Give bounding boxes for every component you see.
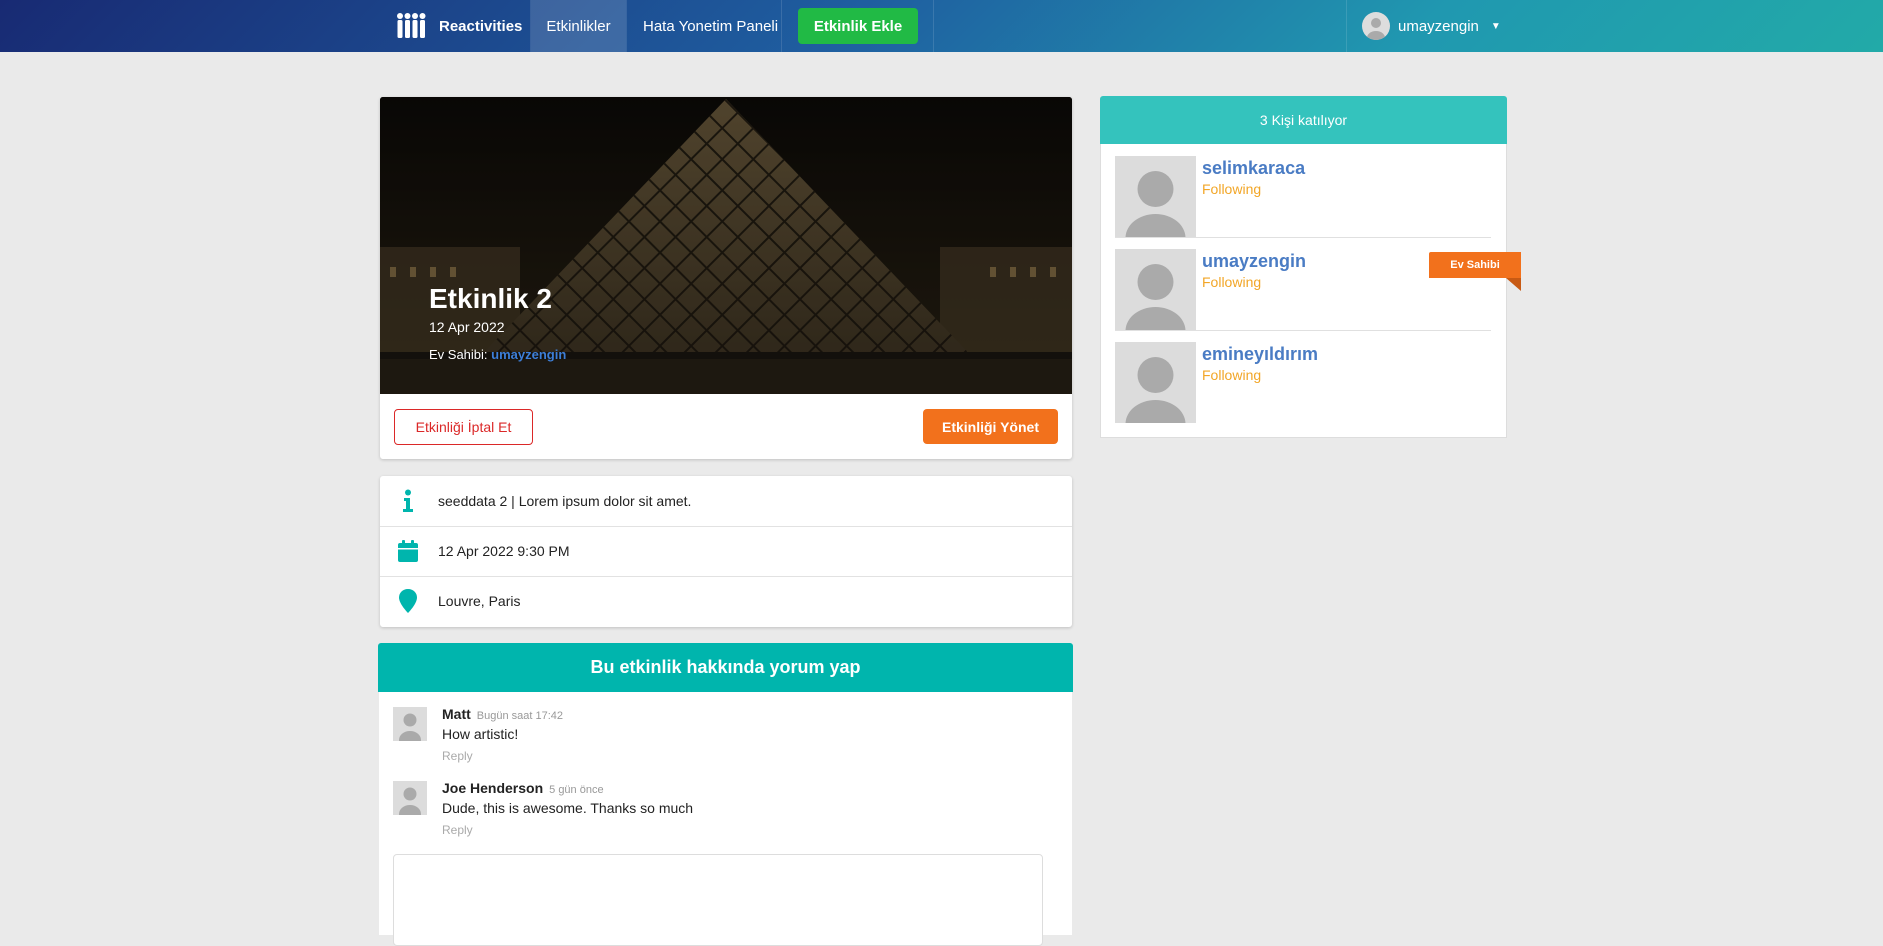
username-label: umayzengin (1398, 17, 1479, 35)
nav-item-events[interactable]: Etkinlikler (531, 0, 626, 52)
group-logo-icon (397, 13, 426, 38)
attendee-item[interactable]: selimkaraca Following (1115, 144, 1491, 238)
comment-author-line: Matt Bugün saat 17:42 (442, 706, 563, 722)
comment-textarea[interactable] (393, 854, 1043, 946)
comment-reply-link[interactable]: Reply (442, 749, 473, 763)
host-label: Ev Sahibi: (429, 347, 488, 362)
comment-item: Joe Henderson 5 gün önce Dude, this is aw… (393, 766, 1043, 837)
user-avatar (1362, 12, 1390, 40)
comment-reply-link[interactable]: Reply (442, 823, 473, 837)
attendee-avatar (1115, 342, 1196, 423)
cancel-event-button[interactable]: Etkinliği İptal Et (394, 409, 533, 445)
attendee-name[interactable]: emineyıldırım (1202, 344, 1318, 365)
attendee-item[interactable]: emineyıldırım Following (1115, 330, 1491, 423)
event-info-card: seeddata 2 | Lorem ipsum dolor sit amet.… (380, 476, 1072, 627)
event-location: Louvre, Paris (438, 593, 521, 609)
host-badge-fold (1506, 278, 1521, 291)
attendee-status: Following (1202, 181, 1262, 197)
nav-add-event-wrapper: Etkinlik Ekle (798, 0, 918, 52)
comment-timestamp: Bugün saat 17:42 (476, 710, 564, 722)
attendee-avatar (1115, 249, 1196, 330)
event-date: 12 Apr 2022 (429, 319, 505, 335)
event-hero-text: Etkinlik 2 12 Apr 2022 Ev Sahibi: umayze… (429, 283, 566, 362)
event-host: Ev Sahibi: umayzengin (429, 347, 566, 362)
user-placeholder-icon (1367, 18, 1385, 40)
info-icon (394, 487, 422, 515)
comment-text: Dude, this is awesome. Thanks so much (442, 800, 694, 816)
info-row-location: Louvre, Paris (380, 576, 1072, 626)
info-row-description: seeddata 2 | Lorem ipsum dolor sit amet. (380, 476, 1072, 527)
info-row-datetime: 12 Apr 2022 9:30 PM (380, 526, 1072, 577)
attendee-avatar (1115, 156, 1196, 237)
add-event-button[interactable]: Etkinlik Ekle (798, 8, 918, 44)
comments-header: Bu etkinlik hakkında yorum yap (378, 643, 1073, 692)
comment-author[interactable]: Joe Henderson (442, 780, 543, 796)
comment-item: Matt Bugün saat 17:42 How artistic! Reply (393, 692, 1043, 763)
event-datetime: 12 Apr 2022 9:30 PM (438, 543, 570, 559)
event-title: Etkinlik 2 (429, 283, 552, 314)
manage-event-button[interactable]: Etkinliği Yönet (923, 409, 1058, 444)
calendar-icon (394, 537, 422, 565)
caret-down-icon: ▼ (1490, 20, 1501, 32)
host-link[interactable]: umayzengin (491, 347, 566, 362)
event-hero-image: Etkinlik 2 12 Apr 2022 Ev Sahibi: umayze… (380, 97, 1072, 394)
comment-avatar (393, 781, 427, 815)
brand-link[interactable]: Reactivities (395, 0, 522, 52)
attendee-name[interactable]: umayzengin (1202, 251, 1306, 272)
attendee-name[interactable]: selimkaraca (1202, 158, 1305, 179)
comment-avatar (393, 707, 427, 741)
user-menu[interactable]: umayzengin ▼ (1362, 0, 1501, 52)
top-navbar: Reactivities Etkinlikler Hata Yonetim Pa… (0, 0, 1883, 52)
attendees-header: 3 Kişi katılıyor (1100, 96, 1507, 144)
nav-item-error-panel[interactable]: Hata Yonetim Paneli (643, 0, 778, 52)
comment-timestamp: 5 gün önce (549, 784, 604, 796)
comment-author[interactable]: Matt (442, 706, 471, 722)
comments-panel: Matt Bugün saat 17:42 How artistic! Reply… (379, 692, 1072, 946)
comment-text: How artistic! (442, 726, 519, 742)
attendee-status: Following (1202, 367, 1262, 383)
host-badge: Ev Sahibi (1429, 252, 1521, 278)
event-description: seeddata 2 | Lorem ipsum dolor sit amet. (438, 493, 692, 509)
attendees-list: selimkaraca Following umayzengin Followi… (1100, 144, 1507, 438)
attendee-status: Following (1202, 274, 1262, 290)
brand-name: Reactivities (439, 17, 523, 35)
comment-author-line: Joe Henderson 5 gün önce (442, 780, 604, 796)
event-header-card: Etkinlik 2 12 Apr 2022 Ev Sahibi: umayze… (380, 97, 1072, 459)
map-marker-icon (394, 587, 422, 615)
